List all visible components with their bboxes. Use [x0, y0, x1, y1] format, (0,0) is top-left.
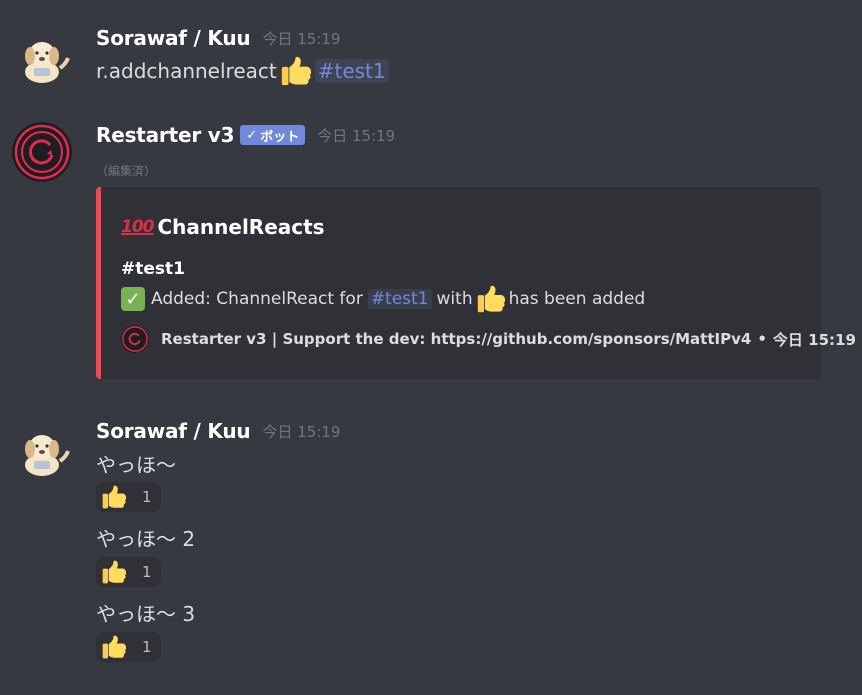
channel-mention[interactable]: #test1 — [314, 59, 389, 83]
channel-mention[interactable]: #test1 — [367, 289, 432, 309]
embed-title-text: ChannelReacts — [157, 215, 325, 239]
reaction-thumbs-up[interactable]: 1 — [96, 482, 161, 512]
embed-field-name: #test1 — [121, 259, 185, 279]
timestamp: 今日 15:19 — [262, 422, 341, 441]
check-mark-icon: ✓ — [121, 287, 145, 311]
field-text-before: Added: ChannelReact for — [151, 289, 363, 309]
hundred-points-icon: 100 — [121, 217, 154, 237]
restarter-logo-icon — [12, 122, 72, 182]
message-line-3: やっほ～ 3 — [96, 601, 196, 626]
thumbs-up-icon — [102, 560, 126, 584]
author-line: Sorawaf / Kuu 今日 15:19 — [96, 23, 340, 53]
field-text-after: has been added — [508, 289, 646, 309]
message-line-2: やっほ～ 2 — [96, 526, 196, 551]
footer-text: Restarter v3 | Support the dev: https://… — [161, 330, 752, 348]
thumbs-up-icon — [102, 485, 126, 509]
restarter-footer-icon — [121, 325, 149, 353]
message-content: r.addchannelreact #test1 — [96, 54, 389, 88]
author-name[interactable]: Sorawaf / Kuu — [96, 419, 251, 443]
command-text: r.addchannelreact — [96, 59, 277, 83]
timestamp: 今日 15:19 — [317, 126, 396, 145]
embed-footer: Restarter v3 | Support the dev: https://… — [121, 325, 856, 353]
reaction-thumbs-up[interactable]: 1 — [96, 632, 161, 662]
dog-avatar-icon — [12, 421, 72, 481]
avatar-restarter[interactable] — [12, 122, 72, 182]
embed-title: 100 ChannelReacts — [121, 215, 325, 239]
verified-check-icon: ✓ — [246, 127, 258, 143]
author-name[interactable]: Sorawaf / Kuu — [96, 26, 251, 50]
footer-separator: • — [757, 330, 767, 348]
bot-tag-label: ボット — [260, 129, 300, 145]
timestamp: 今日 15:19 — [262, 29, 341, 48]
thumbs-up-icon — [477, 285, 505, 313]
avatar-dog[interactable] — [12, 421, 72, 481]
author-line: Sorawaf / Kuu 今日 15:19 — [96, 416, 340, 446]
message-line-1: やっほ～ — [96, 452, 176, 477]
avatar-dog[interactable] — [12, 28, 72, 88]
reaction-thumbs-up[interactable]: 1 — [96, 557, 161, 587]
field-text-with: with — [436, 289, 473, 309]
embed: 100 ChannelReacts #test1 ✓ Added: Channe… — [96, 187, 856, 379]
dog-avatar-icon — [12, 28, 72, 88]
embed-field-value: ✓ Added: ChannelReact for #test1 with ha… — [121, 285, 645, 313]
author-name[interactable]: Restarter v3 — [96, 123, 234, 147]
reaction-count: 1 — [142, 638, 152, 656]
footer-timestamp: 今日 15:19 — [772, 330, 856, 349]
reaction-count: 1 — [142, 488, 152, 506]
bot-tag: ✓ ボット — [240, 125, 306, 145]
chat-view: Sorawaf / Kuu 今日 15:19 r.addchannelreact… — [0, 0, 862, 695]
edited-indicator: （編集済） — [96, 164, 157, 178]
thumbs-up-icon — [281, 56, 311, 86]
reaction-count: 1 — [142, 563, 152, 581]
thumbs-up-icon — [102, 635, 126, 659]
author-line: Restarter v3 ✓ ボット 今日 15:19 — [96, 120, 395, 150]
